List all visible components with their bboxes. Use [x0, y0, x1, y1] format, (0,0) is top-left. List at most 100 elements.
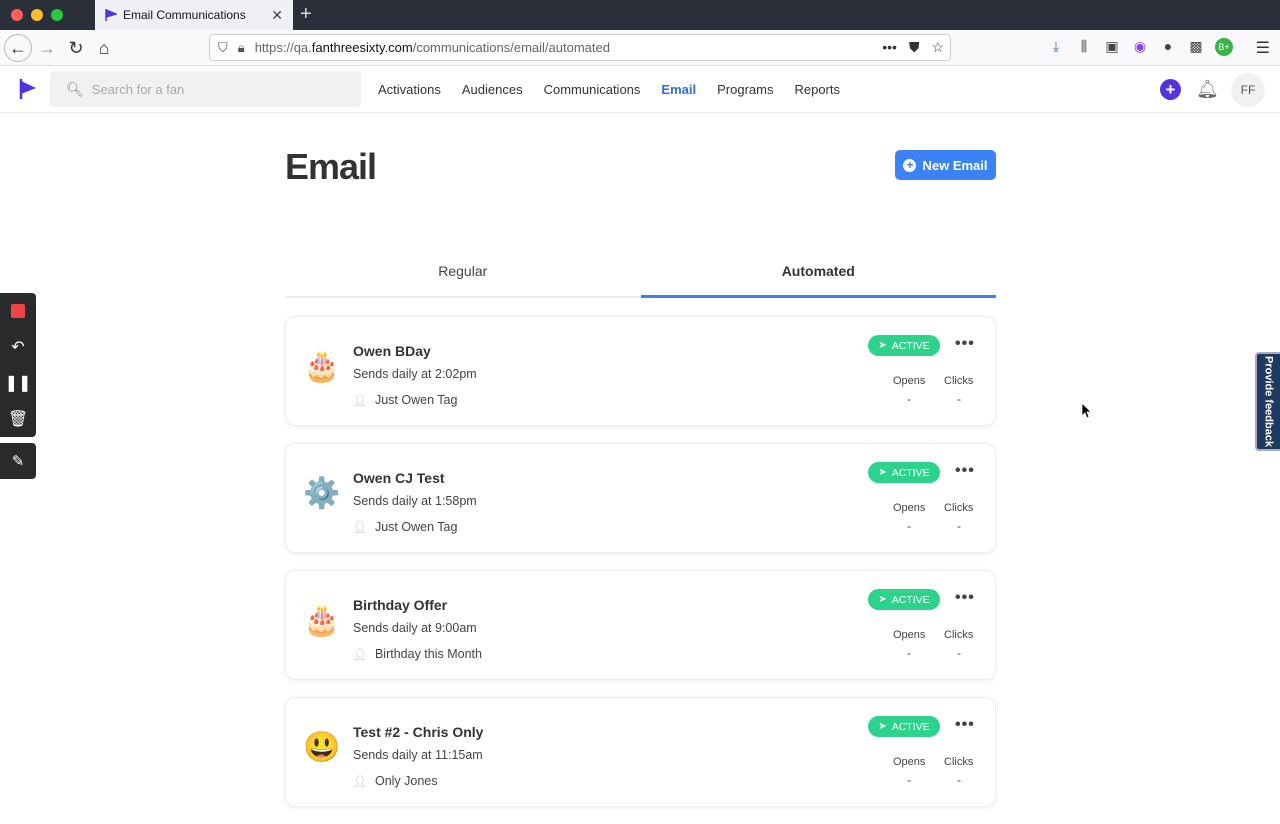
search-box: 🔍︎	[50, 71, 361, 107]
pause-icon[interactable]: ❚❚	[0, 365, 36, 401]
tab-regular[interactable]: Regular	[285, 251, 641, 296]
audience-label: Just Owen Tag	[374, 520, 458, 534]
nav-communications[interactable]: Communications	[544, 82, 641, 97]
tab-title: Email Communications	[123, 8, 246, 22]
email-card[interactable]: 🎂 Owen BDay Sends daily at 2:02pm 👤︎ Just…	[285, 316, 996, 426]
gear-icon: ⚙️	[303, 477, 341, 510]
logo-flag-icon[interactable]	[19, 79, 37, 99]
nav-email[interactable]: Email	[661, 82, 696, 97]
sidebar-icon[interactable]: ▣	[1103, 38, 1121, 56]
extension-badge-icon[interactable]: B+	[1215, 38, 1233, 56]
email-title[interactable]: Owen BDay	[353, 343, 431, 359]
extension-icon[interactable]: ◉	[1131, 38, 1149, 56]
email-audience: 👤︎ Just Owen Tag	[353, 393, 457, 407]
pen-icon[interactable]: ✎	[0, 443, 36, 479]
opens-label: Opens	[893, 756, 926, 768]
more-icon[interactable]: •••	[882, 39, 897, 56]
account-icon[interactable]: ●	[1159, 38, 1177, 56]
stop-icon	[11, 304, 25, 318]
recording-toolbar: ↶ ❚❚ 🗑︎	[0, 293, 36, 437]
new-email-label: New Email	[922, 157, 988, 173]
clicks-value: -	[957, 392, 961, 406]
person-icon: 👤︎	[353, 394, 367, 407]
email-card[interactable]: 😃 Test #2 - Chris Only Sends daily at 11…	[285, 697, 996, 807]
search-icon: 🔍︎	[66, 80, 84, 97]
close-tab-icon[interactable]: ✕	[271, 7, 283, 24]
send-icon: ➤	[878, 721, 887, 732]
reload-icon[interactable]: ↻	[62, 34, 90, 62]
url-path: /communications/email/automated	[412, 40, 610, 55]
download-icon[interactable]: ⤓	[1047, 38, 1065, 56]
close-window-button[interactable]	[11, 9, 23, 21]
avatar[interactable]: FF	[1231, 73, 1265, 107]
tab-automated[interactable]: Automated	[640, 251, 996, 298]
email-card[interactable]: ⚙️ Owen CJ Test Sends daily at 1:58pm 👤︎…	[285, 443, 996, 553]
url-text[interactable]: https://qa.fanthreesixty.com/communicati…	[255, 40, 610, 55]
cake-icon: 🎂	[303, 350, 341, 383]
nav-reports[interactable]: Reports	[794, 82, 840, 97]
bookmark-star-icon[interactable]: ☆	[931, 39, 944, 56]
email-audience: 👤︎ Just Owen Tag	[353, 520, 457, 534]
maximize-window-button[interactable]	[51, 9, 63, 21]
audience-label: Just Owen Tag	[374, 393, 458, 407]
shield-icon[interactable]: ⛉	[218, 40, 228, 56]
status-label: ACTIVE	[891, 466, 930, 479]
send-icon: ➤	[878, 467, 887, 478]
url-bar[interactable]: ⛉ 🔒︎ https://qa.fanthreesixty.com/commun…	[209, 34, 951, 61]
trash-icon[interactable]: 🗑︎	[0, 401, 36, 437]
library-icon[interactable]: ⫼	[1075, 38, 1093, 56]
back-icon[interactable]: ←	[4, 34, 32, 62]
clicks-label: Clicks	[944, 375, 974, 387]
lock-icon[interactable]: 🔒︎	[238, 40, 245, 56]
nav-audiences[interactable]: Audiences	[462, 82, 523, 97]
stop-recording-button[interactable]	[0, 293, 36, 329]
opens-label: Opens	[893, 629, 926, 641]
undo-icon[interactable]: ↶	[0, 329, 36, 365]
email-title[interactable]: Birthday Offer	[353, 597, 447, 613]
new-tab-icon[interactable]: +	[300, 3, 312, 26]
email-audience: 👤︎ Only Jones	[353, 774, 438, 788]
pocket-icon[interactable]: ⛊	[909, 39, 920, 56]
clicks-label: Clicks	[944, 629, 974, 641]
email-tabs: Regular Automated	[285, 251, 996, 298]
browser-nav-bar: ← → ↻ ⌂ ⛉ 🔒︎ https://qa.fanthreesixty.co…	[0, 30, 1280, 66]
status-label: ACTIVE	[891, 339, 930, 352]
browser-tab-active[interactable]: Email Communications ✕	[95, 0, 293, 30]
clicks-value: -	[957, 646, 961, 660]
status-badge: ➤ ACTIVE	[868, 462, 940, 483]
email-schedule: Sends daily at 11:15am	[353, 748, 483, 762]
more-options-icon[interactable]: •••	[955, 336, 975, 352]
nav-activations[interactable]: Activations	[378, 82, 441, 97]
more-options-icon[interactable]: •••	[955, 463, 975, 479]
email-schedule: Sends daily at 1:58pm	[353, 494, 477, 508]
email-title[interactable]: Owen CJ Test	[353, 470, 445, 486]
home-icon[interactable]: ⌂	[90, 34, 118, 62]
nav-programs[interactable]: Programs	[717, 82, 773, 97]
clicks-label: Clicks	[944, 502, 974, 514]
person-icon: 👤︎	[353, 521, 367, 534]
person-icon: 👤︎	[353, 775, 367, 788]
opens-value: -	[907, 773, 911, 787]
url-prefix: https://qa.	[254, 40, 312, 55]
email-title[interactable]: Test #2 - Chris Only	[353, 724, 483, 740]
more-options-icon[interactable]: •••	[955, 590, 975, 606]
opens-value: -	[907, 519, 911, 533]
browser-tab-bar: Email Communications ✕ +	[0, 0, 1280, 30]
minimize-window-button[interactable]	[31, 9, 43, 21]
flag-icon	[105, 9, 117, 21]
new-email-button[interactable]: + New Email	[895, 150, 996, 180]
forward-icon[interactable]: →	[33, 34, 61, 62]
menu-icon[interactable]: ☰	[1256, 38, 1270, 58]
cake-icon: 🎂	[303, 604, 341, 637]
window-controls	[11, 9, 63, 21]
extension-k-icon[interactable]: ▩	[1187, 38, 1205, 56]
bell-icon[interactable]: 🔔︎	[1196, 79, 1219, 100]
automated-email-list: 🎂 Owen BDay Sends daily at 2:02pm 👤︎ Just…	[285, 316, 996, 824]
person-icon: 👤︎	[353, 648, 367, 661]
provide-feedback-tab[interactable]: Provide feedback	[1255, 352, 1280, 451]
more-options-icon[interactable]: •••	[955, 717, 975, 733]
search-input[interactable]	[91, 81, 342, 97]
audience-label: Birthday this Month	[374, 647, 482, 661]
add-button[interactable]: +	[1160, 79, 1181, 100]
email-card[interactable]: 🎂 Birthday Offer Sends daily at 9:00am 👤…	[285, 570, 996, 680]
